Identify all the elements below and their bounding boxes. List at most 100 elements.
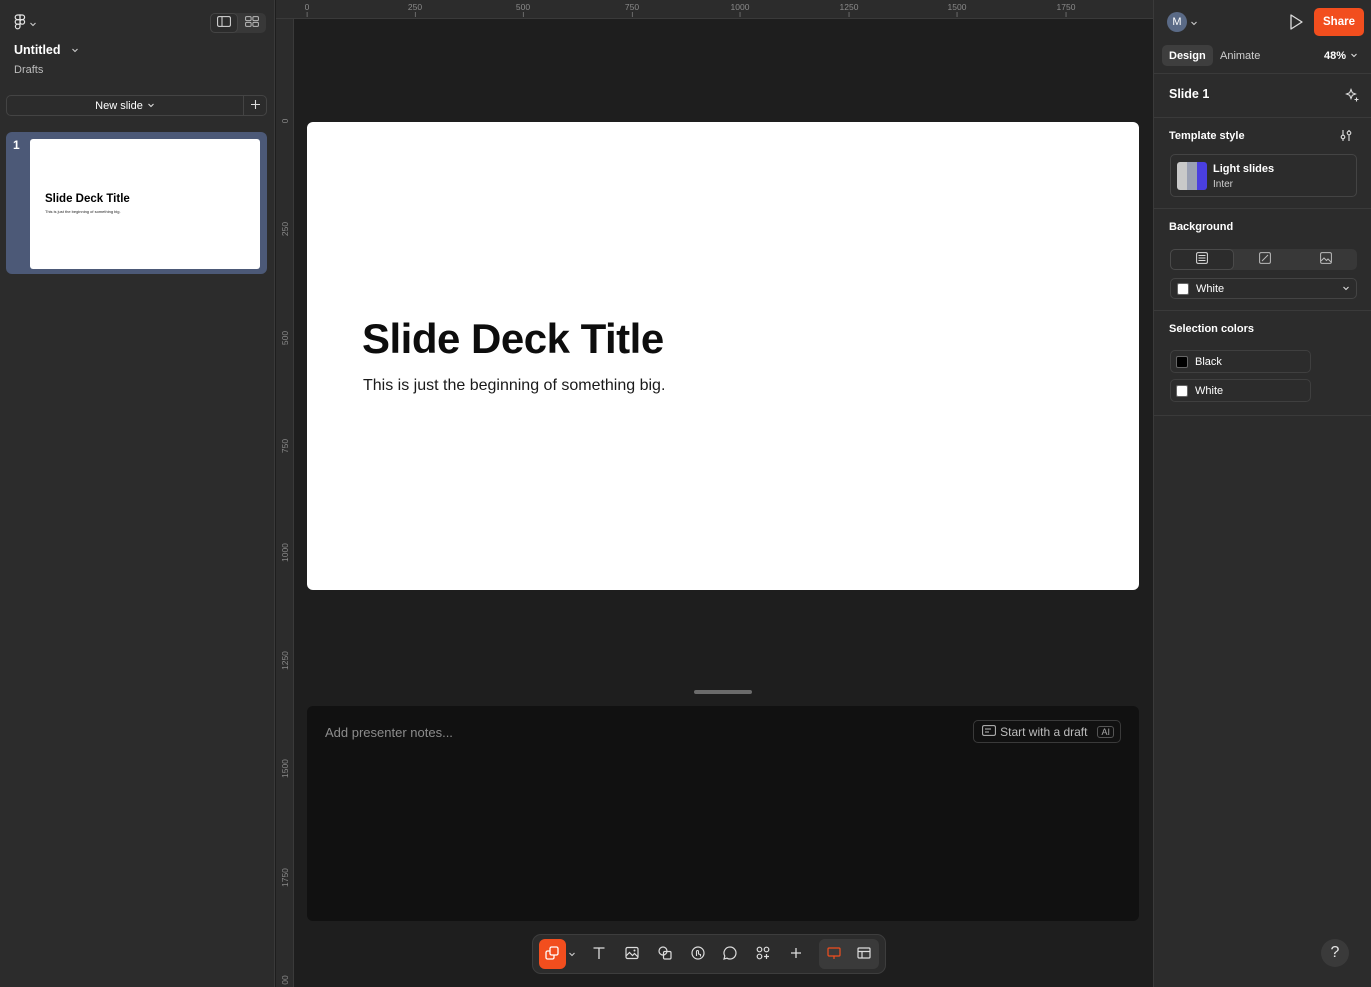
- notes-resize-handle[interactable]: [694, 690, 752, 694]
- view-toggle: [210, 13, 266, 33]
- ai-sparkle-button[interactable]: [1345, 88, 1360, 106]
- file-title-button[interactable]: Untitled: [14, 43, 79, 57]
- solid-background-button[interactable]: [1170, 249, 1234, 270]
- gradient-icon: [1258, 252, 1271, 267]
- shapes-icon: [657, 945, 673, 964]
- draft-icon: [982, 724, 997, 739]
- chevron-down-icon: [147, 100, 155, 112]
- text-tool-button[interactable]: [586, 939, 613, 969]
- gradient-background-button[interactable]: [1234, 249, 1296, 270]
- template-style-card[interactable]: Light slides Inter: [1170, 154, 1357, 197]
- selection-color-black[interactable]: Black: [1170, 350, 1311, 373]
- slide-thumbnail-preview: Slide Deck Title This is just the beginn…: [30, 139, 260, 269]
- template-settings-button[interactable]: [1339, 129, 1353, 145]
- divider: [1154, 73, 1371, 74]
- ruler-tick: 1500: [280, 759, 290, 778]
- help-button[interactable]: ?: [1321, 939, 1349, 967]
- left-sidebar: Untitled Drafts New slide 1 Slide Deck T…: [0, 0, 275, 987]
- ai-badge: AI: [1097, 725, 1114, 738]
- question-mark-icon: ?: [1330, 944, 1340, 961]
- ruler-tick: 1250: [839, 2, 859, 17]
- tab-design[interactable]: Design: [1162, 45, 1213, 66]
- zoom-level: 48%: [1324, 49, 1347, 62]
- slide-tool-options[interactable]: [566, 939, 578, 969]
- divider: [1154, 117, 1371, 118]
- assets-tool-button[interactable]: [750, 939, 777, 969]
- thumbnail-subtitle: This is just the beginning of something …: [45, 209, 121, 214]
- plus-circle-icon: [788, 945, 804, 964]
- list-view-button[interactable]: [210, 13, 238, 33]
- notes-placeholder[interactable]: Add presenter notes...: [325, 725, 453, 740]
- color-swatch: [1176, 355, 1188, 368]
- divider: [1154, 415, 1371, 416]
- figma-logo-icon: [14, 14, 26, 33]
- new-slide-button[interactable]: New slide: [7, 96, 244, 115]
- grid-icon: [245, 16, 259, 30]
- ruler-tick: 250: [280, 221, 290, 237]
- slide-name: Slide 1: [1169, 87, 1210, 101]
- slide-tool-button[interactable]: [539, 939, 566, 969]
- solid-fill-icon: [1195, 252, 1208, 267]
- selection-colors-heading: Selection colors: [1169, 323, 1254, 335]
- presenter-view-button[interactable]: [818, 939, 849, 969]
- slide-title[interactable]: Slide Deck Title: [362, 315, 664, 363]
- new-slide-label: New slide: [95, 99, 143, 112]
- sparkle-icon: [1345, 88, 1360, 106]
- slide-tool-icon: [544, 945, 560, 964]
- share-button[interactable]: Share: [1314, 8, 1364, 36]
- vertical-ruler: 0 250 500 750 1000 1250 1500 1750 00: [276, 19, 294, 987]
- thumbnail-title: Slide Deck Title: [45, 193, 130, 205]
- slide-subtitle[interactable]: This is just the beginning of something …: [363, 377, 665, 395]
- presenter-notes[interactable]: Add presenter notes... Start with a draf…: [307, 706, 1139, 921]
- image-tool-button[interactable]: [619, 939, 646, 969]
- background-type-selector: [1170, 249, 1357, 270]
- ruler-tick: 250: [407, 2, 423, 17]
- grid-layout-button[interactable]: [849, 939, 879, 969]
- add-slide-button[interactable]: [244, 96, 266, 115]
- color-swatch: [1177, 282, 1189, 295]
- hand-pointer-icon: [690, 945, 706, 964]
- chevron-down-icon: [1342, 283, 1350, 295]
- present-button[interactable]: [1288, 13, 1304, 34]
- image-background-button[interactable]: [1295, 249, 1357, 270]
- slide-thumbnail-1[interactable]: 1 Slide Deck Title This is just the begi…: [6, 132, 267, 274]
- divider: [1154, 208, 1371, 209]
- tab-animate[interactable]: Animate: [1220, 45, 1260, 66]
- main-menu-button[interactable]: [14, 14, 37, 33]
- color-swatch: [1176, 384, 1188, 397]
- more-tools-button[interactable]: [782, 939, 809, 969]
- avatar[interactable]: M: [1167, 12, 1187, 32]
- ruler-tick: 1750: [1056, 2, 1076, 17]
- chevron-down-icon[interactable]: [1190, 16, 1198, 30]
- start-draft-label: Start with a draft: [1000, 724, 1088, 739]
- ruler-tick: 00: [280, 975, 290, 985]
- ruler-tick: 500: [280, 330, 290, 346]
- slide-canvas[interactable]: Slide Deck Title This is just the beginn…: [307, 122, 1139, 590]
- slide-number: 1: [13, 138, 20, 152]
- ruler-tick: 1000: [280, 543, 290, 562]
- selection-color-white[interactable]: White: [1170, 379, 1311, 402]
- template-swatch: [1177, 162, 1207, 190]
- ruler-tick: 750: [280, 438, 290, 454]
- template-name: Light slides: [1213, 163, 1275, 175]
- interactive-tool-button[interactable]: [684, 939, 711, 969]
- shape-tool-button[interactable]: [652, 939, 679, 969]
- background-color-select[interactable]: White: [1170, 278, 1357, 299]
- ruler-tick: 1250: [280, 651, 290, 670]
- view-mode-toggle: [818, 939, 879, 969]
- background-color-value: White: [1196, 282, 1225, 295]
- divider: [1154, 310, 1371, 311]
- zoom-control[interactable]: 48%: [1324, 45, 1358, 66]
- selection-color-name: Black: [1195, 355, 1222, 368]
- start-draft-button[interactable]: Start with a draft AI: [973, 720, 1121, 743]
- grid-view-button[interactable]: [238, 13, 266, 33]
- ruler-tick: 0: [280, 118, 290, 124]
- sliders-icon: [1339, 130, 1353, 145]
- new-slide-control: New slide: [6, 95, 267, 116]
- plus-icon: [250, 99, 261, 113]
- file-location[interactable]: Drafts: [14, 64, 43, 76]
- text-icon: [591, 945, 607, 964]
- ruler-tick: 1750: [280, 868, 290, 887]
- comment-tool-button[interactable]: [717, 939, 744, 969]
- sidebar-layout-icon: [217, 16, 231, 30]
